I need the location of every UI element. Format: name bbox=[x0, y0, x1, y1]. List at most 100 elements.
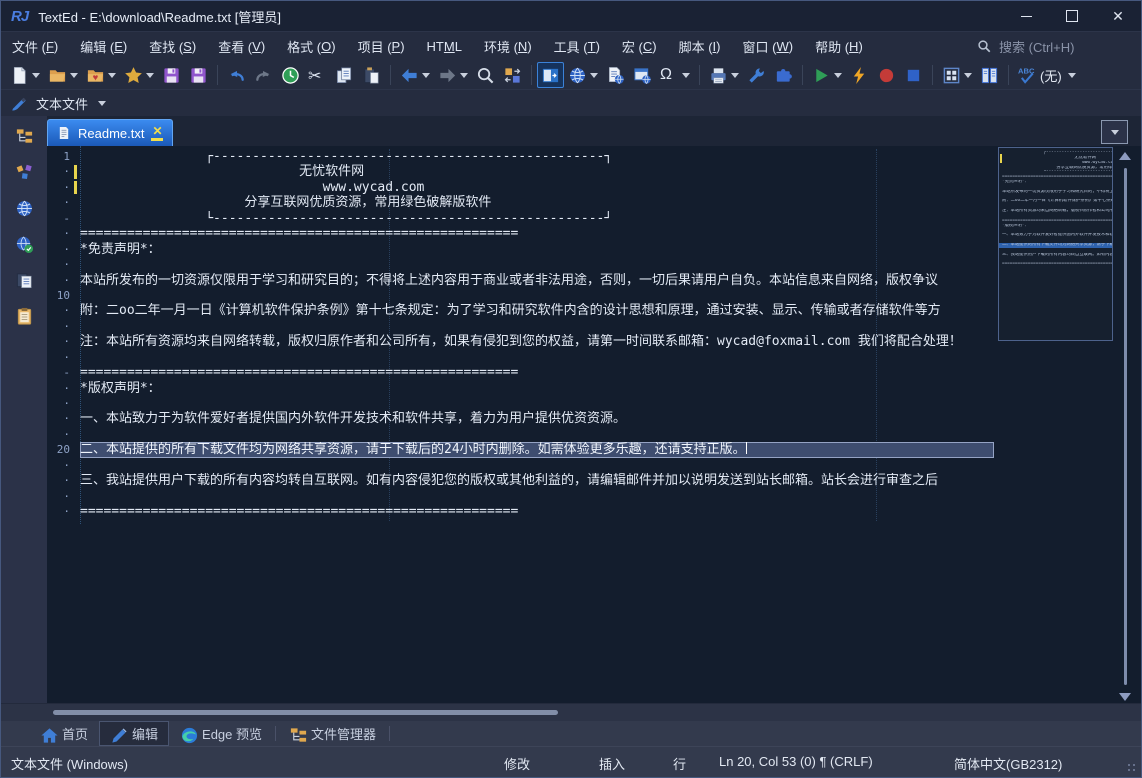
chevron-down-icon[interactable] bbox=[70, 73, 78, 78]
quick-run-bolt-button[interactable] bbox=[846, 62, 873, 88]
chevron-down-icon[interactable] bbox=[460, 73, 468, 78]
cut-scissors-button[interactable]: ✂ bbox=[304, 62, 331, 88]
syntax-select[interactable]: 文本文件 bbox=[36, 94, 88, 113]
editor-line[interactable]: · bbox=[47, 458, 994, 473]
close-button[interactable]: ✕ bbox=[1095, 1, 1141, 31]
bottom-tab-edit[interactable]: 编辑 bbox=[99, 721, 169, 746]
menu-item-m[interactable]: HTML bbox=[416, 32, 473, 61]
horizontal-scroll-thumb[interactable] bbox=[53, 710, 558, 715]
special-char-omega-button[interactable]: Ω bbox=[656, 62, 694, 88]
chevron-down-icon[interactable] bbox=[108, 73, 116, 78]
history-clock-button[interactable] bbox=[277, 62, 304, 88]
editor-line[interactable]: ·一、本站致力于为软件爱好者提供国内外软件开发技术和软件共享，着力为用户提供优资… bbox=[47, 411, 994, 426]
resize-grip[interactable] bbox=[1127, 763, 1137, 773]
open-folder-button[interactable] bbox=[44, 62, 82, 88]
chevron-down-icon[interactable] bbox=[964, 73, 972, 78]
horizontal-scrollbar[interactable] bbox=[1, 703, 1141, 721]
run-play-button[interactable] bbox=[808, 62, 846, 88]
new-file-button[interactable] bbox=[6, 62, 44, 88]
editor-line[interactable]: · 无忧软件网 bbox=[47, 164, 994, 179]
editor-line[interactable]: · bbox=[47, 350, 994, 365]
sidebar-snippets-doc-button[interactable] bbox=[11, 269, 37, 291]
editor-line[interactable]: · bbox=[47, 257, 994, 272]
editor-line[interactable]: · www.wycad.com bbox=[47, 180, 994, 195]
editor-line[interactable]: 1 ┌-------------------------------------… bbox=[47, 149, 994, 164]
window-globe-button[interactable] bbox=[629, 62, 656, 88]
minimap[interactable]: ┌---------------------------------------… bbox=[998, 147, 1113, 341]
bottom-tab-home[interactable]: 首页 bbox=[29, 721, 99, 746]
text-content[interactable]: 1 ┌-------------------------------------… bbox=[47, 149, 994, 520]
menu-item-i[interactable]: 脚本 (I) bbox=[668, 32, 732, 61]
minimize-button[interactable] bbox=[1003, 1, 1049, 31]
stop-button[interactable] bbox=[900, 62, 927, 88]
menu-item-h[interactable]: 帮助 (H) bbox=[804, 32, 874, 61]
chevron-down-icon[interactable] bbox=[422, 73, 430, 78]
status-doc-type[interactable]: 文本文件 (Windows) bbox=[11, 754, 128, 773]
menu-item-e[interactable]: 编辑 (E) bbox=[69, 32, 138, 61]
chevron-down-icon[interactable] bbox=[834, 73, 842, 78]
editor-line[interactable]: · bbox=[47, 489, 994, 504]
nav-back-button[interactable] bbox=[396, 62, 434, 88]
menu-item-s[interactable]: 查找 (S) bbox=[138, 32, 207, 61]
editor-line[interactable]: 10 bbox=[47, 288, 994, 303]
editor-line[interactable]: -=======================================… bbox=[47, 365, 994, 380]
print-button[interactable] bbox=[705, 62, 743, 88]
spell-check-button[interactable]: ABC(无) bbox=[1014, 62, 1080, 88]
vertical-scrollbar[interactable] bbox=[1116, 146, 1134, 703]
editor-line[interactable]: ·*版权声明*： bbox=[47, 381, 994, 396]
bottom-tab-edge-preview[interactable]: Edge 预览 bbox=[169, 721, 273, 746]
sidebar-symbols-shapes-button[interactable] bbox=[11, 161, 37, 183]
status-modified[interactable]: 修改 bbox=[504, 754, 530, 773]
plugin-puzzle-button[interactable] bbox=[770, 62, 797, 88]
side-panel-button[interactable] bbox=[537, 62, 564, 88]
document-list-dropdown[interactable] bbox=[1101, 120, 1128, 144]
tools-wrench-button[interactable] bbox=[743, 62, 770, 88]
view-columns-button[interactable] bbox=[976, 62, 1003, 88]
menu-item-v[interactable]: 查看 (V) bbox=[207, 32, 276, 61]
nav-forward-button[interactable] bbox=[434, 62, 472, 88]
vertical-scroll-thumb[interactable] bbox=[1124, 168, 1127, 685]
menu-item-o[interactable]: 格式 (O) bbox=[276, 32, 346, 61]
save-all-button[interactable] bbox=[185, 62, 212, 88]
editor-line[interactable]: · bbox=[47, 427, 994, 442]
maximize-button[interactable] bbox=[1049, 1, 1095, 31]
editor-line[interactable]: - └-------------------------------------… bbox=[47, 211, 994, 226]
copy-button[interactable] bbox=[331, 62, 358, 88]
chevron-down-icon[interactable] bbox=[1068, 73, 1076, 78]
tab-close-icon[interactable]: ✕ bbox=[151, 126, 163, 141]
sidebar-browser-globe-button[interactable] bbox=[11, 197, 37, 219]
status-cursor-position[interactable]: Ln 20, Col 53 (0) ¶ (CRLF) bbox=[719, 754, 873, 769]
tab-readme[interactable]: Readme.txt ✕ bbox=[47, 119, 173, 146]
menu-item-c[interactable]: 宏 (C) bbox=[611, 32, 668, 61]
menu-item-f[interactable]: 文件 (F) bbox=[1, 32, 69, 61]
find-magnifier-button[interactable] bbox=[472, 62, 499, 88]
record-macro-button[interactable] bbox=[873, 62, 900, 88]
window-grid-button[interactable] bbox=[938, 62, 976, 88]
sidebar-clipboard-button[interactable] bbox=[11, 305, 37, 327]
editor-line[interactable]: · bbox=[47, 396, 994, 411]
chevron-down-icon[interactable] bbox=[146, 73, 154, 78]
favorites-star-button[interactable] bbox=[120, 62, 158, 88]
paste-button[interactable] bbox=[358, 62, 385, 88]
bottom-tab-file-manager[interactable]: 文件管理器 bbox=[278, 721, 387, 746]
page-globe-button[interactable] bbox=[602, 62, 629, 88]
editor-line[interactable]: · bbox=[47, 319, 994, 334]
menu-search-input[interactable]: 搜索 (Ctrl+H) bbox=[977, 37, 1127, 56]
chevron-down-icon[interactable] bbox=[682, 73, 690, 78]
editor-line[interactable]: ·三、我站提供用户下载的所有内容均转自互联网。如有内容侵犯您的版权或其他利益的，… bbox=[47, 473, 994, 488]
editor-line[interactable]: ·注：本站所有资源均来自网络转载，版权归原作者和公司所有，如果有侵犯到您的权益，… bbox=[47, 334, 994, 349]
menu-item-t[interactable]: 工具 (T) bbox=[543, 32, 611, 61]
folder-favorites-button[interactable]: ♥ bbox=[82, 62, 120, 88]
chevron-down-icon[interactable] bbox=[731, 73, 739, 78]
menu-item-w[interactable]: 窗口 (W) bbox=[732, 32, 805, 61]
chevron-down-icon[interactable] bbox=[590, 73, 598, 78]
scroll-up-icon[interactable] bbox=[1119, 152, 1131, 160]
editor-line[interactable]: ·附：二oo二年一月一日《计算机软件保护条例》第十七条规定：为了学习和研究软件内… bbox=[47, 303, 994, 318]
editor-line[interactable]: ·=======================================… bbox=[47, 226, 994, 241]
chevron-down-icon[interactable] bbox=[32, 73, 40, 78]
scroll-down-icon[interactable] bbox=[1119, 693, 1131, 701]
save-button[interactable] bbox=[158, 62, 185, 88]
status-insert-mode[interactable]: 插入 bbox=[599, 754, 625, 773]
editor-line[interactable]: · 分享互联网优质资源，常用绿色破解版软件 bbox=[47, 195, 994, 210]
redo-button[interactable] bbox=[250, 62, 277, 88]
